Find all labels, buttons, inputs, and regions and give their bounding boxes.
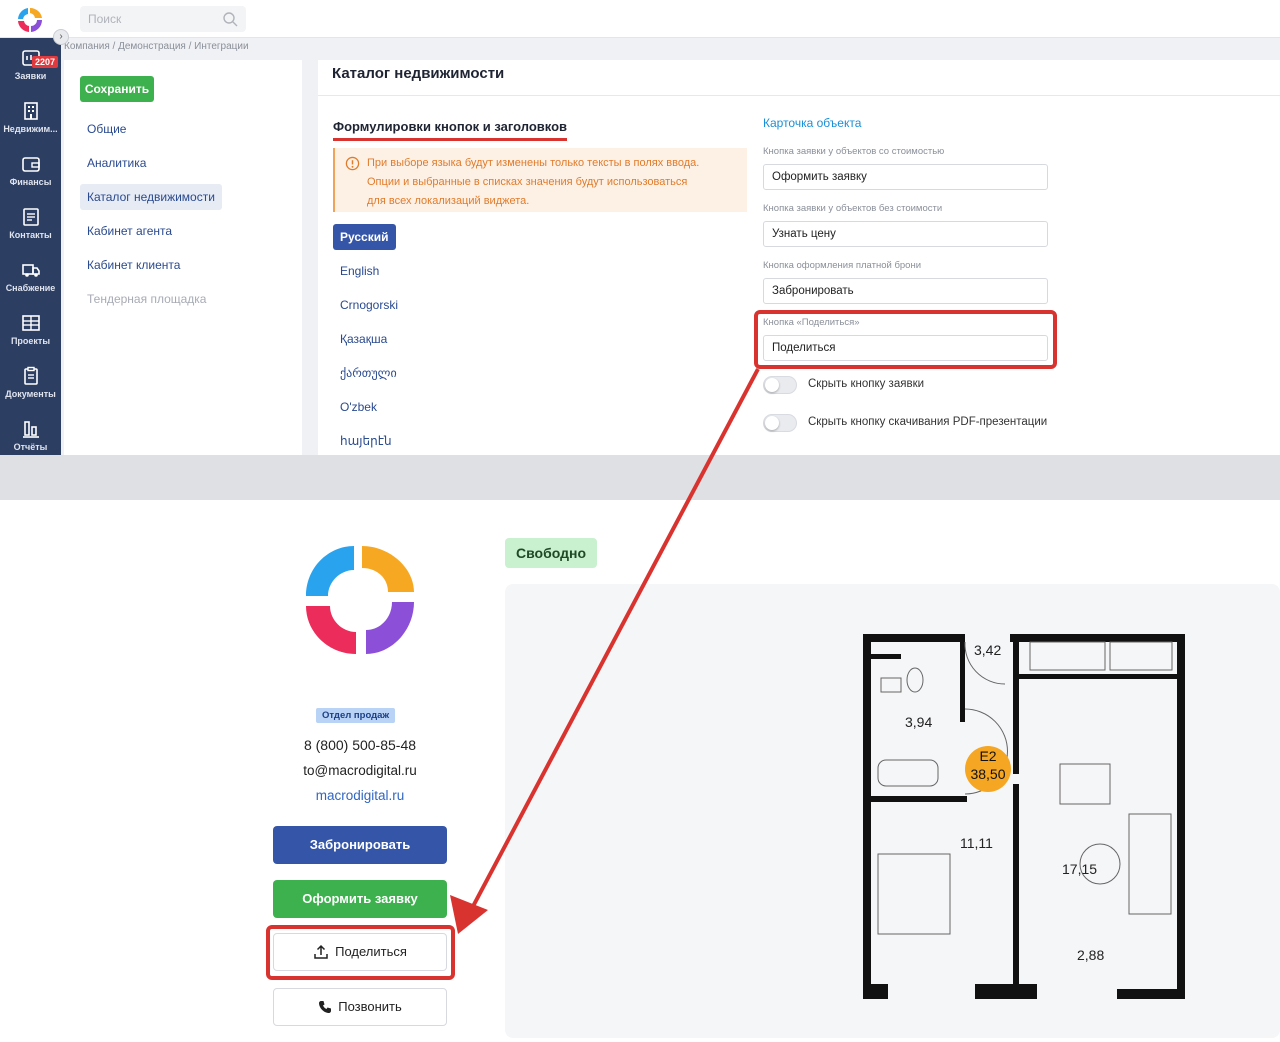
breadcrumb: Компания / Демонстрация / Интеграции xyxy=(64,41,249,52)
sidebar-item-label: Финансы xyxy=(9,177,52,187)
room-area-label: 3,94 xyxy=(905,714,933,730)
unit-area: 38,50 xyxy=(970,766,1006,782)
apply-with-price-input[interactable]: Оформить заявку xyxy=(763,164,1048,190)
apply-button[interactable]: Оформить заявку xyxy=(273,880,447,918)
field-label: Кнопка заявки у объектов со стоимостью xyxy=(763,146,945,157)
room-area-label: 17,15 xyxy=(1062,861,1098,877)
chart-icon xyxy=(22,421,39,438)
sidebar-item-label: Отчёты xyxy=(13,442,48,452)
language-option-ru[interactable]: Русский xyxy=(333,224,396,250)
sidebar-item-label: Проекты xyxy=(10,336,51,346)
settings-menu: Сохранить Общие Аналитика Каталог недвиж… xyxy=(64,60,302,455)
floor-plan-panel[interactable]: E2 38,50 3,42 3,94 11,11 17,15 2,88 xyxy=(505,584,1280,1038)
language-option-ka[interactable]: ქართული xyxy=(333,360,404,386)
hide-apply-toggle[interactable] xyxy=(763,376,797,394)
warning-icon xyxy=(345,156,360,171)
menu-item-tender: Тендерная площадка xyxy=(87,292,207,306)
brand-logo-icon xyxy=(306,546,414,654)
sidebar-item-documents[interactable]: Документы xyxy=(0,360,61,410)
sidebar-item-contacts[interactable]: Контакты xyxy=(0,201,61,251)
field-label: Кнопка заявки у объектов без стоимости xyxy=(763,203,943,214)
call-button[interactable]: Позвонить xyxy=(273,988,447,1026)
room-area-label: 3,42 xyxy=(974,642,1002,658)
wallet-icon xyxy=(21,157,40,172)
sidebar-item-realty[interactable]: Недвижим... xyxy=(0,95,61,145)
top-bar: Поиск xyxy=(0,0,1280,38)
building-icon xyxy=(23,102,38,120)
field-label: Кнопка оформления платной брони xyxy=(763,260,922,271)
sidebar-item-reports[interactable]: Отчёты xyxy=(0,413,61,455)
phone-icon xyxy=(319,1001,332,1013)
document-icon xyxy=(23,366,38,385)
floor-plan-image xyxy=(863,634,1185,999)
highlight-frame-share-field xyxy=(754,310,1057,369)
toggle-label: Скрыть кнопку заявки xyxy=(808,378,925,390)
admin-panel: Поиск 2207 Заявки Недвижим... Финансы Ко… xyxy=(0,0,1280,455)
sidebar-item-supply[interactable]: Снабжение xyxy=(0,254,61,304)
section-title: Формулировки кнопок и заголовков xyxy=(333,119,568,141)
contacts-icon xyxy=(22,208,39,226)
department-badge: Отдел продаж xyxy=(316,708,396,723)
sidebar-item-finance[interactable]: Финансы xyxy=(0,148,61,198)
page-title: Каталог недвижимости xyxy=(332,65,505,82)
apply-without-price-input[interactable]: Узнать цену xyxy=(763,221,1048,247)
language-option-hy[interactable]: հայերէն xyxy=(333,428,399,454)
warning-line: Опции и выбранные в списках значения буд… xyxy=(367,176,688,188)
sidebar-item-label: Контакты xyxy=(9,230,52,240)
app-logo-icon[interactable] xyxy=(14,4,46,36)
card-section-title: Карточка объекта xyxy=(763,116,862,130)
menu-item-catalog[interactable]: Каталог недвижимости xyxy=(80,184,222,210)
email-address[interactable]: to@macrodigital.ru xyxy=(260,763,460,778)
warning-line: При выборе языка будут изменены только т… xyxy=(367,157,700,169)
sidebar-collapse-button[interactable]: › xyxy=(53,29,69,45)
menu-item-general[interactable]: Общие xyxy=(80,116,133,142)
save-button[interactable]: Сохранить xyxy=(80,76,154,102)
left-sidebar: 2207 Заявки Недвижим... Финансы Контакты… xyxy=(0,38,61,455)
search-icon xyxy=(223,12,238,27)
unit-label: E2 xyxy=(979,748,997,764)
hide-pdf-toggle[interactable] xyxy=(763,414,797,432)
call-button-label: Позвонить xyxy=(338,999,402,1014)
book-button[interactable]: Забронировать xyxy=(273,826,447,864)
status-badge: Свободно xyxy=(505,538,597,568)
room-area-label: 2,88 xyxy=(1077,947,1105,963)
phone-number[interactable]: 8 (800) 500-85-48 xyxy=(260,737,460,753)
menu-item-client-cabinet[interactable]: Кабинет клиента xyxy=(80,252,187,278)
menu-item-agent-cabinet[interactable]: Кабинет агента xyxy=(80,218,179,244)
website-link[interactable]: macrodigital.ru xyxy=(260,788,460,803)
toggle-knob xyxy=(765,378,779,392)
language-option-en[interactable]: English xyxy=(333,258,386,284)
language-option-uz[interactable]: O'zbek xyxy=(333,394,384,420)
main-content: Каталог недвижимости Формулировки кнопок… xyxy=(318,60,1280,455)
toggle-knob xyxy=(765,416,779,430)
room-area-label: 11,11 xyxy=(960,835,993,851)
language-option-kk[interactable]: Қазақша xyxy=(333,326,394,352)
sidebar-item-requests[interactable]: 2207 Заявки xyxy=(0,42,61,92)
widget-preview: Отдел продаж 8 (800) 500-85-48 to@macrod… xyxy=(0,500,1280,1042)
search-placeholder: Поиск xyxy=(88,12,122,26)
truck-icon xyxy=(21,264,40,277)
toggle-label: Скрыть кнопку скачивания PDF-презентации xyxy=(808,416,1048,428)
divider-band xyxy=(0,455,1280,500)
language-option-me[interactable]: Crnogorski xyxy=(333,292,405,318)
warning-line: для всех локализаций виджета. xyxy=(367,195,530,207)
highlight-frame-share-button xyxy=(266,925,455,980)
warning-notice: При выборе языка будут изменены только т… xyxy=(333,148,747,212)
divider xyxy=(318,95,1280,96)
projects-icon xyxy=(21,315,40,331)
sidebar-item-label: Снабжение xyxy=(5,283,56,293)
sidebar-item-projects[interactable]: Проекты xyxy=(0,307,61,357)
requests-count-badge: 2207 xyxy=(32,56,59,68)
search-input[interactable]: Поиск xyxy=(80,6,246,32)
sidebar-item-label: Документы xyxy=(5,389,56,399)
paid-booking-input[interactable]: Забронировать xyxy=(763,278,1048,304)
menu-item-analytics[interactable]: Аналитика xyxy=(80,150,153,176)
sidebar-item-label: Недвижим... xyxy=(3,124,58,134)
sidebar-item-label: Заявки xyxy=(14,71,47,81)
